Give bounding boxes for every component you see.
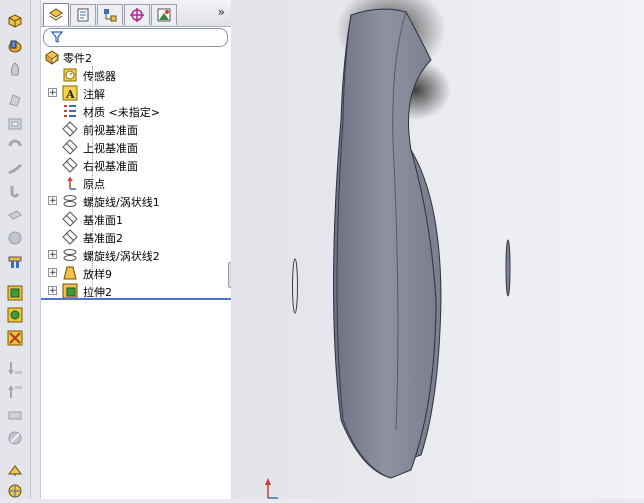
dome-icon[interactable]	[5, 406, 25, 424]
mirror-icon[interactable]	[5, 284, 25, 302]
graphics-area[interactable]	[231, 0, 644, 499]
expand-toggle[interactable]: +	[48, 196, 57, 206]
feature-tree-icon	[49, 8, 63, 21]
featuremanager-tab[interactable]	[43, 3, 69, 26]
tree-item-loft-9[interactable]: + 放样9	[41, 264, 231, 282]
sensor-icon	[62, 67, 78, 83]
helix-icon	[62, 193, 78, 209]
revolved-cut-icon[interactable]	[5, 137, 25, 155]
plane-icon	[62, 157, 78, 173]
part-icon	[44, 49, 60, 65]
tree-item-helix-1[interactable]: + 螺旋线/涡状线1	[41, 192, 231, 210]
filter-icon	[51, 31, 63, 43]
tree-item-sensors[interactable]: 传感器	[41, 66, 231, 84]
tree-item-label: 基准面2	[83, 232, 123, 245]
crosshair-icon	[130, 8, 144, 22]
annotation-icon: A	[62, 85, 78, 101]
tree-item-label: 基准面1	[83, 214, 123, 227]
tree-item-material[interactable]: 材质 <未指定>	[41, 102, 231, 120]
features-toolbar	[0, 0, 31, 499]
fillet-icon[interactable]	[5, 206, 25, 224]
origin-icon	[62, 175, 78, 191]
instant3d-icon[interactable]	[5, 482, 25, 500]
tree-item-top-plane[interactable]: 上视基准面	[41, 138, 231, 156]
extruded-boss-icon[interactable]	[5, 12, 25, 30]
expand-toggle[interactable]: +	[48, 88, 57, 98]
intersect-icon[interactable]	[5, 359, 25, 377]
material-icon	[62, 103, 78, 119]
tree-item-label: 传感器	[83, 70, 116, 83]
tree-item-label: 材质 <未指定>	[83, 106, 160, 119]
tree-item-helix-2[interactable]: + 螺旋线/涡状线2	[41, 246, 231, 264]
tree-item-right-plane[interactable]: 右视基准面	[41, 156, 231, 174]
model-view	[265, 0, 511, 499]
helix-curve	[292, 258, 298, 314]
draft-icon[interactable]	[5, 329, 25, 347]
plane-icon	[62, 211, 78, 227]
linear-pattern-icon[interactable]	[5, 253, 25, 271]
plane-icon	[62, 121, 78, 137]
tree-item-label: 螺旋线/涡状线2	[83, 250, 160, 263]
shell-icon[interactable]	[5, 306, 25, 324]
property-icon	[77, 8, 89, 22]
tree-item-plane-1[interactable]: 基准面1	[41, 210, 231, 228]
tree-filter-input[interactable]	[43, 28, 228, 47]
rib-icon[interactable]	[5, 229, 25, 247]
lofted-cut-icon[interactable]	[5, 183, 25, 201]
tree-item-label: 螺旋线/涡状线1	[83, 196, 160, 209]
wrap-icon[interactable]	[5, 383, 25, 401]
tree-item-plane-2[interactable]: 基准面2	[41, 228, 231, 246]
configuration-icon	[104, 9, 117, 22]
plane-icon	[62, 139, 78, 155]
svg-text:A: A	[65, 88, 75, 101]
tree-item-label: 原点	[83, 178, 105, 191]
display-manager-tab[interactable]	[151, 4, 177, 25]
featuremanager-panel: » 零件2 传感器 + A 注解 材质 <未指定> 前视基准面 上视基准面 右视…	[40, 0, 232, 499]
helix-curve	[505, 239, 511, 297]
tree-item-origin[interactable]: 原点	[41, 174, 231, 192]
tree-item-label: 注解	[83, 88, 105, 101]
tree-item-front-plane[interactable]: 前视基准面	[41, 120, 231, 138]
expand-toggle[interactable]: +	[48, 250, 57, 260]
tree-item-part[interactable]: 零件2	[41, 48, 231, 66]
loft-icon	[62, 265, 78, 281]
plane-icon	[62, 229, 78, 245]
configurationmanager-tab[interactable]	[97, 4, 123, 25]
tree-item-label: 前视基准面	[83, 124, 138, 137]
rollback-bar[interactable]	[41, 298, 231, 300]
manager-tabs: »	[41, 0, 231, 27]
tree-item-label: 右视基准面	[83, 160, 138, 173]
display-icon	[157, 8, 171, 22]
reference-geometry-icon[interactable]	[5, 429, 25, 447]
lofted-boss-icon[interactable]	[5, 91, 25, 109]
curves-icon[interactable]	[5, 461, 25, 479]
revolved-boss-icon[interactable]	[5, 37, 25, 55]
swept-cut-icon[interactable]	[5, 160, 25, 178]
tree-item-label: 上视基准面	[83, 142, 138, 155]
helix-icon	[62, 247, 78, 263]
swept-boss-icon[interactable]	[5, 60, 25, 78]
propertymanager-tab[interactable]	[70, 4, 96, 25]
tree-item-label: 零件2	[63, 52, 92, 65]
dimxpert-tab[interactable]	[124, 4, 150, 25]
extrude-icon	[62, 283, 78, 299]
expand-toggle[interactable]: +	[48, 268, 57, 278]
expand-toggle[interactable]: +	[48, 286, 57, 296]
tree-item-annotations[interactable]: + A 注解	[41, 84, 231, 102]
extruded-cut-icon[interactable]	[5, 115, 25, 133]
more-tabs-button[interactable]: »	[218, 5, 225, 19]
tree-item-label: 放样9	[83, 268, 112, 281]
origin-triad	[265, 478, 278, 499]
